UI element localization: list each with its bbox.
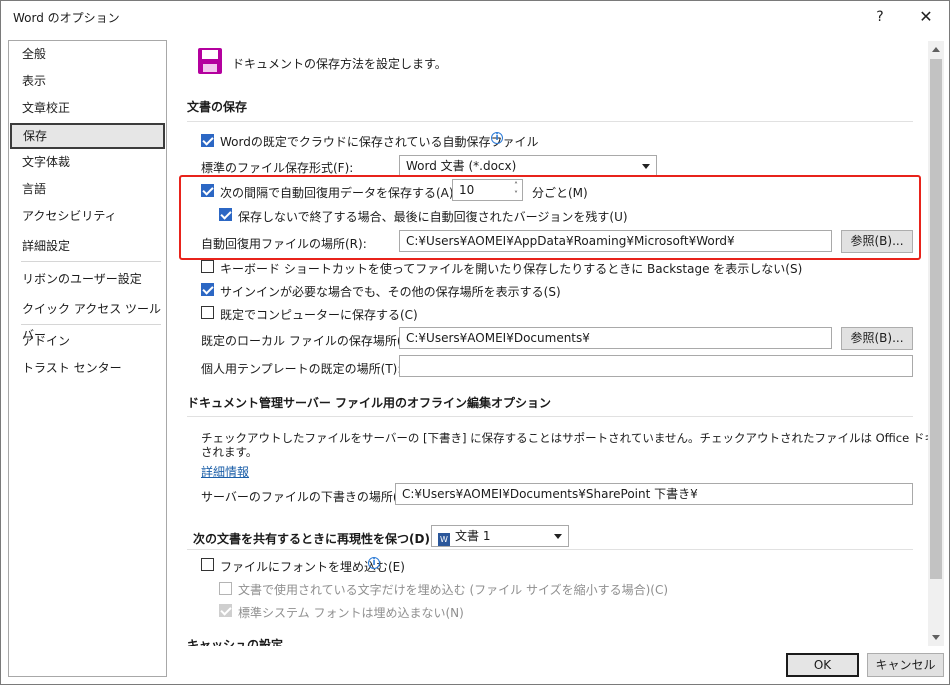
section-divider	[187, 416, 913, 417]
section-title-fidelity: 次の文書を共有するときに再現性を保つ(D):	[193, 532, 435, 546]
save-to-computer-label: 既定でコンピューターに保存する(C)	[220, 308, 418, 322]
section-title-cache: キャッシュの設定	[187, 638, 284, 646]
sidebar-item-customize-ribbon[interactable]: リボンのユーザー設定	[9, 266, 166, 292]
offline-description-line2: されます。	[201, 445, 258, 459]
highlight-box	[179, 175, 921, 260]
save-options-panel: ドキュメントの保存方法を設定します。 文書の保存 Wordの既定でクラウドに保存…	[171, 39, 928, 646]
sidebar-item-display[interactable]: 表示	[9, 68, 166, 94]
section-title-offline-editing: ドキュメント管理サーバー ファイル用のオフライン編集オプション	[187, 396, 552, 410]
no-system-fonts-checkbox[interactable]	[219, 604, 232, 617]
sidebar-item-accessibility[interactable]: アクセシビリティ	[9, 203, 166, 229]
sidebar-item-trust-center[interactable]: トラスト センター	[9, 355, 166, 381]
help-button[interactable]: ?	[857, 1, 903, 33]
local-location-label: 既定のローカル ファイルの保存場所(I):	[201, 334, 414, 348]
sidebar-item-quick-access-toolbar[interactable]: クイック アクセス ツール バー	[9, 296, 166, 342]
default-format-select[interactable]: Word 文書 (*.docx)	[399, 155, 657, 177]
cancel-button[interactable]: キャンセル	[867, 653, 944, 677]
sidebar-item-general[interactable]: 全般	[9, 41, 166, 67]
scroll-up-icon[interactable]	[928, 41, 944, 57]
sidebar-item-language[interactable]: 言語	[9, 176, 166, 202]
scroll-down-icon[interactable]	[928, 630, 944, 646]
chevron-down-icon	[554, 534, 562, 539]
save-floppy-icon	[197, 47, 223, 75]
sidebar-divider	[21, 261, 161, 262]
backstage-checkbox[interactable]	[201, 260, 214, 273]
show-other-locations-checkbox[interactable]	[201, 283, 214, 296]
sidebar-item-save[interactable]: 保存	[10, 123, 165, 149]
local-location-input[interactable]: C:¥Users¥AOMEI¥Documents¥	[399, 327, 832, 349]
drafts-location-input[interactable]: C:¥Users¥AOMEI¥Documents¥SharePoint 下書き¥	[395, 483, 913, 505]
embed-used-chars-checkbox[interactable]	[219, 582, 232, 595]
template-location-input[interactable]	[399, 355, 913, 377]
scrollbar-thumb[interactable]	[930, 59, 942, 579]
more-info-link[interactable]: 詳細情報	[201, 463, 249, 480]
save-to-computer-checkbox[interactable]	[201, 306, 214, 319]
default-format-value: Word 文書 (*.docx)	[406, 159, 517, 173]
embed-used-chars-label: 文書で使用されている文字だけを埋め込む (ファイル サイズを縮小する場合)(C)	[238, 583, 669, 597]
embed-fonts-checkbox[interactable]	[201, 558, 214, 571]
default-format-label: 標準のファイル保存形式(F):	[201, 161, 354, 175]
no-system-fonts-label: 標準システム フォントは埋め込まない(N)	[238, 606, 464, 620]
vertical-scrollbar[interactable]	[928, 41, 944, 646]
sidebar-divider	[21, 324, 161, 325]
show-other-locations-label: サインインが必要な場合でも、その他の保存場所を表示する(S)	[220, 285, 561, 299]
backstage-label: キーボード ショートカットを使ってファイルを開いたり保存したりするときに Bac…	[220, 262, 803, 276]
sidebar-item-typography[interactable]: 文字体裁	[9, 149, 166, 175]
chevron-down-icon	[642, 164, 650, 169]
options-sidebar: 全般 表示 文章校正 保存 文字体裁 言語 アクセシビリティ 詳細設定 リボンの…	[8, 40, 167, 677]
offline-description-line1: チェックアウトしたファイルをサーバーの [下書き] に保存することはサポートされ…	[201, 431, 928, 445]
ok-button[interactable]: OK	[786, 653, 859, 677]
template-location-label: 個人用テンプレートの既定の場所(T):	[201, 362, 402, 376]
title-bar: Word のオプション ? ✕	[1, 1, 949, 33]
section-divider	[187, 121, 913, 122]
info-icon: i	[491, 132, 503, 144]
window-title: Word のオプション	[13, 11, 120, 25]
sidebar-item-addins[interactable]: アドイン	[9, 328, 166, 354]
section-divider	[187, 549, 913, 550]
sidebar-item-proofing[interactable]: 文章校正	[9, 95, 166, 121]
fidelity-document-value: 文書 1	[455, 529, 491, 543]
word-document-icon: W	[438, 533, 450, 546]
page-description: ドキュメントの保存方法を設定します。	[232, 57, 447, 71]
sidebar-item-advanced[interactable]: 詳細設定	[9, 233, 166, 259]
drafts-location-label: サーバーのファイルの下書きの場所(V):	[201, 490, 415, 504]
close-button[interactable]: ✕	[903, 1, 949, 33]
section-title-save-documents: 文書の保存	[187, 100, 248, 114]
autosave-cloud-checkbox[interactable]	[201, 134, 214, 147]
info-icon: i	[368, 557, 380, 569]
browse-local-button[interactable]: 参照(B)...	[841, 327, 913, 350]
fidelity-document-select[interactable]: W 文書 1	[431, 525, 569, 547]
word-options-dialog: Word のオプション ? ✕ 全般 表示 文章校正 保存 文字体裁 言語 アク…	[0, 0, 950, 685]
